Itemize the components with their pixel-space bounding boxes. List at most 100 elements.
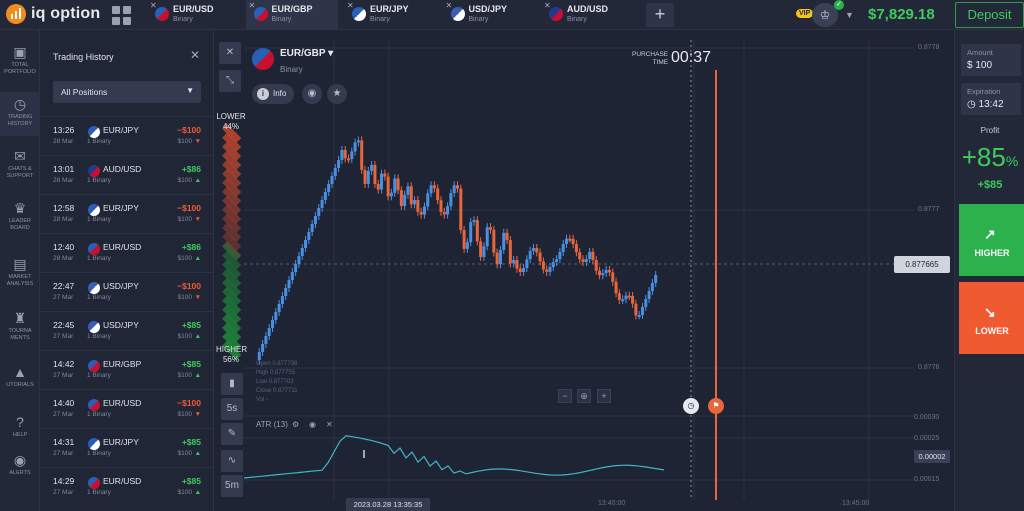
close-tab-icon[interactable]: ✕ bbox=[249, 1, 256, 10]
trade-row[interactable]: 12:40 28 Mar EUR/USD 1 Binary +$86 $100 ▲ bbox=[40, 233, 214, 272]
atr-remove-close-icon[interactable]: ✕ bbox=[326, 420, 333, 429]
candle bbox=[482, 246, 486, 257]
trade-row[interactable]: 12:58 28 Mar EUR/JPY 1 Binary −$100 $100 ▼ bbox=[40, 194, 214, 233]
zoom-reset-icon[interactable]: ⊕ bbox=[577, 389, 591, 403]
candle bbox=[274, 312, 278, 320]
trade-date: 28 Mar bbox=[53, 138, 74, 145]
star-icon[interactable]: ★ bbox=[327, 84, 347, 104]
candle bbox=[617, 293, 621, 300]
balance-chevron-down-icon[interactable]: ▼ bbox=[845, 10, 854, 20]
nav-leaderboard[interactable]: ♛ LEADER BOARD bbox=[0, 196, 40, 240]
trade-row[interactable]: 13:26 28 Mar EUR/JPY 1 Binary −$100 $100 ▼ bbox=[40, 116, 214, 155]
zoom-out-button[interactable]: − bbox=[558, 389, 572, 403]
timeframe-button[interactable]: 5s bbox=[221, 398, 243, 420]
tab-eur-gbp[interactable]: ✕ EUR/GBP Binary bbox=[245, 0, 338, 30]
tab-eur-jpy[interactable]: ✕ EUR/JPY Binary bbox=[344, 0, 436, 30]
candle bbox=[261, 344, 265, 352]
trade-type: 1 Binary bbox=[87, 216, 111, 223]
trade-row[interactable]: 14:31 27 Mar EUR/JPY 1 Binary +$85 $100 ▲ bbox=[40, 428, 214, 467]
tab-aud-usd[interactable]: ✕ AUD/USD Binary bbox=[541, 0, 633, 30]
info-button[interactable]: i Info bbox=[252, 84, 294, 104]
deposit-button[interactable]: Deposit bbox=[955, 2, 1024, 28]
trade-row[interactable]: 14:40 27 Mar EUR/USD 1 Binary −$100 $100 ▼ bbox=[40, 389, 214, 428]
trading-history-panel: Trading History ✕ All Positions ▼ 13:26 2… bbox=[40, 30, 214, 511]
candle bbox=[584, 259, 588, 262]
trade-row[interactable]: 14:42 27 Mar EUR/GBP 1 Binary +$85 $100 ▲ bbox=[40, 350, 214, 389]
trade-row[interactable]: 22:45 27 Mar USD/JPY 1 Binary +$85 $100 ▲ bbox=[40, 311, 214, 350]
higher-button[interactable]: ↗ HIGHER bbox=[959, 204, 1024, 276]
candle bbox=[531, 248, 535, 251]
info-label: Info bbox=[273, 89, 287, 98]
account-balance[interactable]: $7,829.18 bbox=[868, 6, 935, 23]
close-tab-icon[interactable]: ✕ bbox=[446, 1, 453, 10]
candle bbox=[578, 252, 582, 260]
candle bbox=[422, 206, 426, 215]
trade-pair: EUR/JPY bbox=[103, 125, 139, 135]
candle bbox=[591, 251, 595, 260]
indicators-icon[interactable]: ∿ bbox=[221, 450, 243, 472]
atr-visibility-eye-icon[interactable]: ◉ bbox=[309, 420, 316, 429]
amount-field[interactable]: Amount $ 100 bbox=[961, 44, 1021, 76]
trade-time: 14:31 bbox=[53, 437, 75, 447]
expiration-field[interactable]: Expiration ◷ 13:42 bbox=[961, 83, 1021, 115]
arrow-up-icon: ▲ bbox=[194, 489, 201, 496]
expiration-value: ◷ 13:42 bbox=[967, 99, 1004, 110]
trade-row[interactable]: 22:47 27 Mar USD/JPY 1 Binary −$100 $100 ▼ bbox=[40, 272, 214, 311]
nav-tutorials[interactable]: ▲ UTORIALS bbox=[0, 360, 40, 404]
trade-time: 14:29 bbox=[53, 476, 75, 486]
atr-settings-gear-icon[interactable]: ⚙ bbox=[292, 420, 299, 429]
positions-filter-select[interactable]: All Positions ▼ bbox=[53, 81, 201, 103]
all-assets-grid-icon[interactable] bbox=[108, 4, 134, 26]
candle bbox=[601, 273, 605, 276]
candle bbox=[621, 299, 625, 302]
candle bbox=[640, 307, 644, 315]
candle bbox=[462, 230, 466, 249]
tab-type: Binary bbox=[271, 16, 292, 23]
close-chart-icon[interactable]: ✕ bbox=[219, 42, 241, 64]
arrow-down-icon: ▼ bbox=[194, 411, 201, 418]
nav-label: TOURNA MENTS bbox=[8, 328, 32, 341]
logo[interactable]: iq option bbox=[6, 4, 100, 24]
candle bbox=[353, 142, 357, 152]
nav-bell[interactable]: ◉ ALERTS bbox=[0, 448, 40, 492]
nav-portfolio[interactable]: ▣ TOTAL PORTFOLIO bbox=[0, 40, 40, 84]
candle bbox=[518, 268, 522, 272]
candle bbox=[505, 232, 509, 241]
lower-sentiment-pct: 44% bbox=[222, 122, 239, 131]
nav-analysis[interactable]: ▤ MARKET ANALYSIS bbox=[0, 252, 40, 296]
draw-tool-pencil-icon[interactable]: ✎ bbox=[221, 423, 243, 445]
zoom-in-button[interactable]: + bbox=[597, 389, 611, 403]
close-icon[interactable]: ✕ bbox=[190, 48, 200, 62]
nav-trophy[interactable]: ♜ TOURNA MENTS bbox=[0, 306, 40, 350]
candle bbox=[310, 224, 314, 232]
add-tab-button[interactable]: + bbox=[646, 3, 674, 27]
nav-label: CHATS & SUPPORT bbox=[6, 166, 34, 179]
trade-date: 27 Mar bbox=[53, 333, 74, 340]
tab-eur-usd[interactable]: ✕ EUR/USD Binary bbox=[147, 0, 239, 30]
trade-row[interactable]: 13:01 28 Mar AUD/USD 1 Binary +$86 $100 ▲ bbox=[40, 155, 214, 194]
chart-interval-button[interactable]: 5m bbox=[221, 475, 243, 497]
nav-chat[interactable]: ✉ CHATS & SUPPORT bbox=[0, 144, 40, 188]
candle bbox=[267, 328, 271, 336]
collapse-icon[interactable]: ⤡ bbox=[219, 70, 241, 92]
bell-icon[interactable]: ◉ bbox=[302, 84, 322, 104]
nav-history[interactable]: ◷ TRADING HISTORY bbox=[0, 92, 40, 136]
trade-pair: EUR/USD bbox=[103, 242, 142, 252]
trade-amount: $100 bbox=[177, 294, 192, 301]
trade-row[interactable]: 14:29 27 Mar EUR/USD 1 Binary +$85 $100 ▲ bbox=[40, 467, 214, 506]
trading-app: iq option ✕ EUR/USD Binary ✕ EUR/GBP Binary ✕ E… bbox=[0, 0, 1024, 511]
arrow-up-icon: ▲ bbox=[194, 255, 201, 262]
candle bbox=[432, 185, 436, 189]
trade-date: 27 Mar bbox=[53, 450, 74, 457]
price-chart[interactable] bbox=[214, 30, 954, 511]
candle-type-icon[interactable]: ▮ bbox=[221, 373, 243, 395]
currency-flag-icon bbox=[88, 126, 100, 138]
candle bbox=[611, 272, 615, 282]
chart-area[interactable]: ✕ ⤡ EUR/GBP ▾ Binary i Info ◉ ★ PURCHASE… bbox=[214, 30, 954, 511]
candle bbox=[525, 259, 529, 269]
trade-time: 22:47 bbox=[53, 281, 75, 291]
candle bbox=[277, 304, 281, 312]
tab-usd-jpy[interactable]: ✕ USD/JPY Binary bbox=[443, 0, 535, 30]
candle bbox=[548, 267, 552, 272]
lower-button[interactable]: ↘ LOWER bbox=[959, 282, 1024, 354]
